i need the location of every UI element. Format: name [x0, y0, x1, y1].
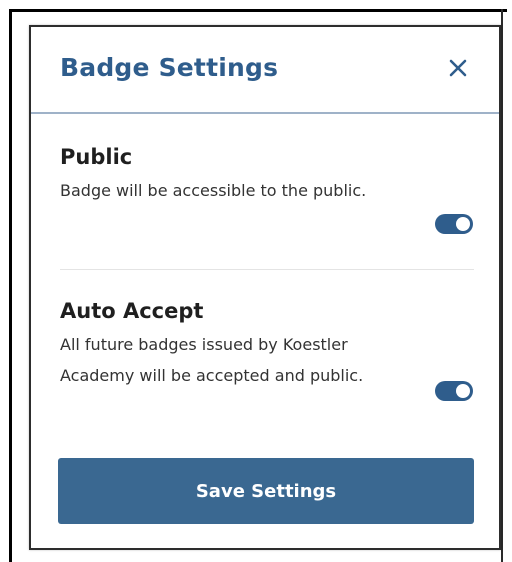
auto-accept-setting-description: All future badges issued by Koestler Aca…	[60, 335, 364, 385]
section-divider	[60, 269, 474, 270]
close-button[interactable]	[445, 55, 471, 81]
save-settings-button[interactable]: Save Settings	[58, 458, 474, 524]
public-setting-title: Public	[60, 145, 133, 169]
badge-settings-dialog: Badge Settings Public Badge will be acce…	[29, 25, 501, 550]
dialog-title: Badge Settings	[60, 53, 279, 82]
public-toggle-knob	[456, 217, 470, 231]
close-icon	[449, 59, 467, 77]
public-setting-description: Badge will be accessible to the public.	[60, 181, 367, 200]
window-frame-edge	[501, 9, 503, 562]
auto-accept-toggle-knob	[456, 384, 470, 398]
auto-accept-toggle[interactable]	[435, 381, 473, 401]
public-setting: Public Badge will be accessible to the p…	[60, 143, 474, 268]
dialog-header: Badge Settings	[31, 27, 499, 114]
auto-accept-setting: Auto Accept All future badges issued by …	[60, 297, 474, 457]
public-toggle[interactable]	[435, 214, 473, 234]
auto-accept-setting-title: Auto Accept	[60, 299, 204, 323]
